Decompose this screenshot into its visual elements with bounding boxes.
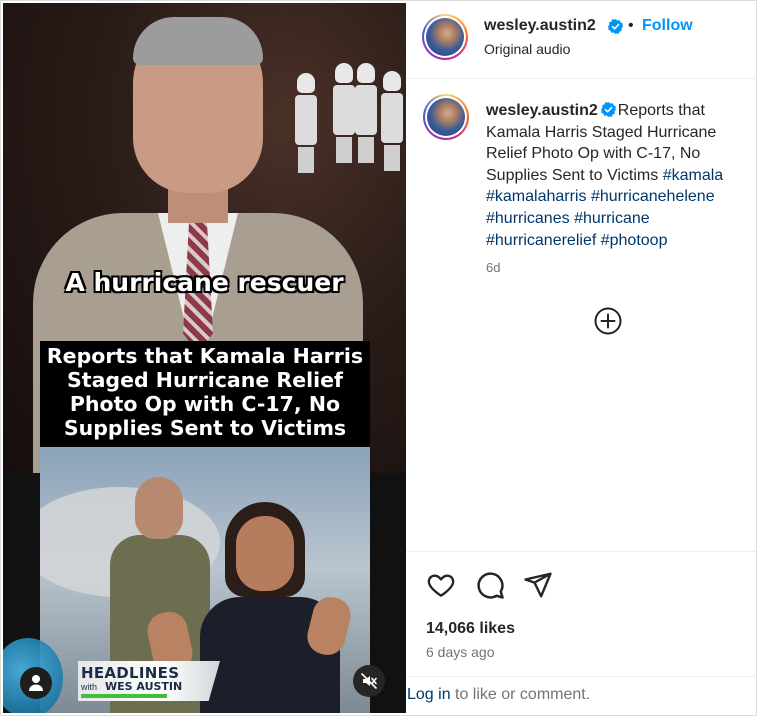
hashtag-link[interactable]: #hurricanes xyxy=(486,210,570,227)
login-prompt-text: to like or comment. xyxy=(455,686,591,703)
video-overlay-caption: A hurricane rescuer xyxy=(65,268,344,297)
add-circle-icon[interactable] xyxy=(594,307,622,335)
person-icon xyxy=(29,675,43,691)
hashtag-link[interactable]: #hurricanehelene xyxy=(591,188,715,205)
hashtag-link[interactable]: #hurricane xyxy=(574,210,650,227)
post-caption: wesley.austin2 Reports that Kamala Harris… xyxy=(486,100,748,251)
headline-text: Reports that Kamala Harris Staged Hurric… xyxy=(46,344,364,440)
caption-username[interactable]: wesley.austin2 xyxy=(486,102,598,119)
share-icon[interactable] xyxy=(523,570,553,600)
tagged-users-button[interactable] xyxy=(20,667,52,699)
comment-icon[interactable] xyxy=(475,570,505,600)
login-prompt: Log in to like or comment. xyxy=(406,676,756,713)
video-bottom-bar: HEADLINES with WES AUSTIN xyxy=(3,638,406,713)
hashtag-link[interactable]: #hurricanerelief xyxy=(486,232,596,249)
hashtag-link[interactable]: #photoop xyxy=(601,232,668,249)
mute-button[interactable] xyxy=(353,665,385,697)
hashtag-link[interactable]: #kamalaharris xyxy=(486,188,586,205)
reel-video[interactable]: A hurricane rescuer Reports that Kamala … xyxy=(3,3,406,713)
caption-age: 6d xyxy=(486,260,501,275)
show-logo-with: with xyxy=(81,682,98,692)
original-audio-link[interactable]: Original audio xyxy=(484,41,570,57)
post-header: wesley.austin2 • Follow Original audio xyxy=(406,3,756,79)
post-panel: wesley.austin2 • Follow Original audio w… xyxy=(406,3,756,713)
header-separator: • xyxy=(628,17,634,34)
header-username[interactable]: wesley.austin2 xyxy=(484,17,596,35)
login-link[interactable]: Log in xyxy=(407,686,451,704)
like-count[interactable]: 14,066 likes xyxy=(426,620,515,638)
verified-badge-icon xyxy=(608,19,623,34)
hashtag-link[interactable]: #kamala xyxy=(663,167,723,184)
avatar[interactable] xyxy=(422,14,468,60)
show-logo-stripe xyxy=(81,694,167,698)
heart-icon[interactable] xyxy=(426,570,456,600)
caption-avatar[interactable] xyxy=(423,94,469,140)
speaker-muted-icon xyxy=(361,673,377,689)
follow-button[interactable]: Follow xyxy=(642,17,693,35)
post-timestamp: 6 days ago xyxy=(426,644,495,660)
show-logo-name: WES AUSTIN xyxy=(105,680,183,693)
action-bar: 14,066 likes 6 days ago xyxy=(406,551,756,675)
verified-badge-icon xyxy=(600,102,616,117)
